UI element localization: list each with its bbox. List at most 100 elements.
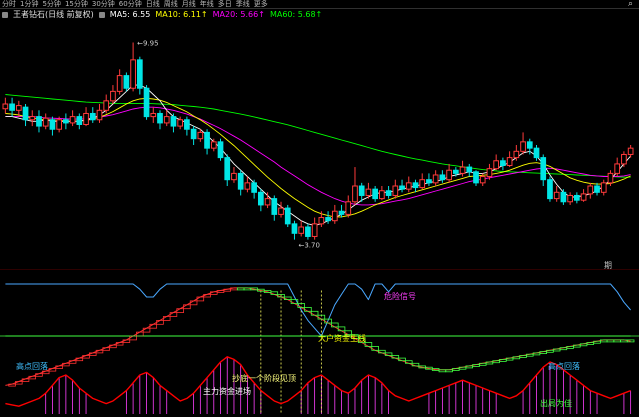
candle-body [123,75,130,89]
chart-canvas: ←9.95 ←3.70 期危险信号大户资金生线高点回落 高点回落抄底一个阶段见顶主力资… [0,40,639,414]
candle-body [42,117,49,127]
step-box [620,339,628,343]
candle-body [170,116,177,127]
candle-body [110,90,116,102]
candle-body [311,223,318,237]
candle-body [177,119,184,127]
candle-body [204,131,210,149]
candle-body [69,116,76,124]
candle-body [2,103,9,110]
low-price-label: ←3.70 [298,242,319,250]
candle-body [452,169,459,174]
main-in-label-2: 高点回落 [548,361,580,371]
candle-body [365,188,372,196]
candle-body [251,182,257,193]
indicator-header-band [0,270,639,280]
step-box [559,347,568,351]
step-box [593,340,601,344]
step-box [230,287,238,291]
step-box [304,306,312,312]
candle-body [284,207,291,225]
candle-body [9,103,15,111]
step-box [445,369,453,373]
candle-body [560,191,567,203]
step-box [606,339,615,343]
step-box [337,326,346,332]
candle-body [479,176,486,184]
candle-body [405,182,412,190]
step-box [196,296,205,302]
exit-label: 出局为佳 [540,398,572,408]
step-box [532,352,541,356]
candle-body [136,59,143,89]
candle-body [627,147,634,155]
candle-body [567,194,573,203]
candle-body [459,166,466,174]
step-box [216,290,225,293]
candle-body [594,185,600,193]
step-box [539,351,547,355]
step-box [438,369,447,373]
step-box [566,345,574,349]
step-box [136,331,144,337]
candle-body [493,160,500,170]
candle-body [190,128,197,140]
trend-label: 大户资金生线 [318,333,366,343]
candle-body [278,207,284,215]
candle-body [352,185,358,203]
step-box [472,364,480,368]
step-box [552,348,561,352]
candle-body [197,131,204,140]
candle-body [385,190,392,196]
step-box [526,353,534,357]
step-box [579,343,588,347]
step-box [613,339,621,343]
step-box [573,344,581,348]
candle-body [392,185,399,196]
candle-body [526,141,533,149]
candle-body [540,157,547,181]
candle-body [49,119,56,130]
candle-body [143,87,150,118]
candle-body [83,112,89,126]
candle-body [533,147,540,159]
candle-body [466,166,473,173]
candle-body [150,112,157,118]
candle-body [580,193,587,201]
candle-body [412,182,419,189]
candle-body [587,185,594,195]
step-box [519,355,527,358]
candle-body [210,141,217,149]
combo-label: 主力资金进场 [203,386,251,396]
candle-body [89,112,96,121]
candle-body [547,179,553,200]
candle-body [184,119,190,130]
candle-body [432,174,439,184]
step-box [452,368,460,371]
indicator-series-line [5,283,631,337]
step-box [310,310,319,316]
step-box [499,358,507,362]
candle-body [318,217,325,225]
step-box [512,356,521,360]
candle-body [231,172,237,181]
candle-body [439,174,446,181]
candle-body [345,201,352,215]
candle-body [36,116,42,127]
candle-body [15,105,22,111]
candle-body [607,172,614,184]
step-box [331,322,339,328]
candle-body [600,182,607,193]
candle-body [264,198,271,206]
candle-body [500,160,506,166]
candle-body [56,119,63,130]
candle-body [399,185,405,190]
candle-body [614,163,621,174]
candle-body [338,210,345,215]
candle-body [325,217,331,222]
candle-body [257,191,264,206]
step-box [243,287,252,291]
candle-body [372,188,379,200]
candle-body [76,116,83,126]
candle-body [473,171,479,184]
